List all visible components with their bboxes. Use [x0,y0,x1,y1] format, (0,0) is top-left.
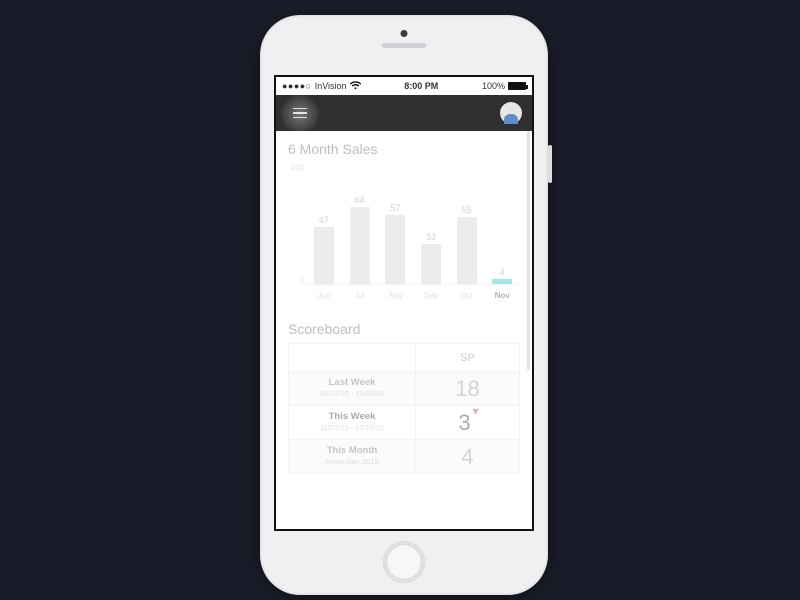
bar[interactable] [350,207,370,284]
bar[interactable] [457,217,477,284]
xtick-label: Aug [377,287,413,303]
scoreboard-row-value: 3▾ [416,406,520,440]
ios-status-bar: ●●●●○ InVision 8:00 PM 100% [276,77,532,95]
signal-dots: ●●●●○ [282,81,312,91]
bar-jul: 64 [342,163,378,284]
xtick-label: Jun [306,287,342,303]
phone-speaker [382,43,426,48]
sales-section: 6 Month Sales 100 0 47 64 57 33 55 4 JunJulAu… [276,131,532,315]
xtick-label: Oct [449,287,485,303]
screen: ●●●●○ InVision 8:00 PM 100% [274,75,534,531]
bar[interactable] [385,215,405,284]
app-header [276,95,532,131]
touch-indicator [280,94,320,134]
scoreboard-row-label: This Week11/03/15 - 11/10/15 [289,406,416,440]
scoreboard-row-value: 18 [416,372,520,406]
avatar-button[interactable] [500,102,522,124]
ytick-min: 0 [288,276,304,285]
bar-oct: 55 [449,163,485,284]
scoreboard-row-label: Last Week10/27/15 - 11/02/15 [289,372,416,406]
sales-chart: 100 0 47 64 57 33 55 4 JunJulAugSepOctNov [288,163,520,303]
bar[interactable] [421,244,441,284]
home-button[interactable] [383,541,425,583]
bar[interactable] [314,227,334,284]
trend-down-icon: ▾ [473,404,479,418]
carrier-label: InVision [315,81,347,91]
bar-nov: 4 [484,163,520,284]
bar-value-label: 64 [355,195,365,205]
bar-value-label: 4 [500,267,505,277]
bar-jun: 47 [306,163,342,284]
battery-pct-label: 100% [482,81,505,91]
scoreboard-row[interactable]: This MonthNovember 20154 [289,440,520,474]
scoreboard-row[interactable]: This Week11/03/15 - 11/10/153▾ [289,406,520,440]
sales-title: 6 Month Sales [288,141,520,157]
bar-value-label: 47 [319,215,329,225]
scoreboard-section: Scoreboard SP Last Week10/27/15 - 11/02/… [276,315,532,490]
scoreboard-row-label: This MonthNovember 2015 [289,440,416,474]
scrollbar[interactable] [527,131,530,370]
scoreboard-row-value: 4 [416,440,520,474]
battery-icon [508,82,526,90]
phone-frame: ●●●●○ InVision 8:00 PM 100% [260,15,548,595]
scoreboard-row[interactable]: Last Week10/27/15 - 11/02/1518 [289,372,520,406]
scoreboard-header-sp: SP [416,344,520,372]
ytick-max: 100 [288,163,304,172]
content-area: 6 Month Sales 100 0 47 64 57 33 55 4 JunJulAu… [276,131,532,529]
phone-camera [401,30,408,37]
xtick-label: Nov [484,287,520,303]
bar[interactable] [492,279,512,284]
scoreboard-table: SP Last Week10/27/15 - 11/02/1518This We… [288,343,520,474]
menu-button[interactable] [286,99,314,127]
bar-sep: 33 [413,163,449,284]
xtick-label: Sep [413,287,449,303]
bar-value-label: 55 [462,205,472,215]
bar-value-label: 33 [426,232,436,242]
clock-label: 8:00 PM [404,81,438,91]
bar-value-label: 57 [390,203,400,213]
scoreboard-title: Scoreboard [288,321,520,337]
scoreboard-header-empty [289,344,416,372]
bar-aug: 57 [377,163,413,284]
wifi-icon [350,81,361,92]
xtick-label: Jul [342,287,378,303]
